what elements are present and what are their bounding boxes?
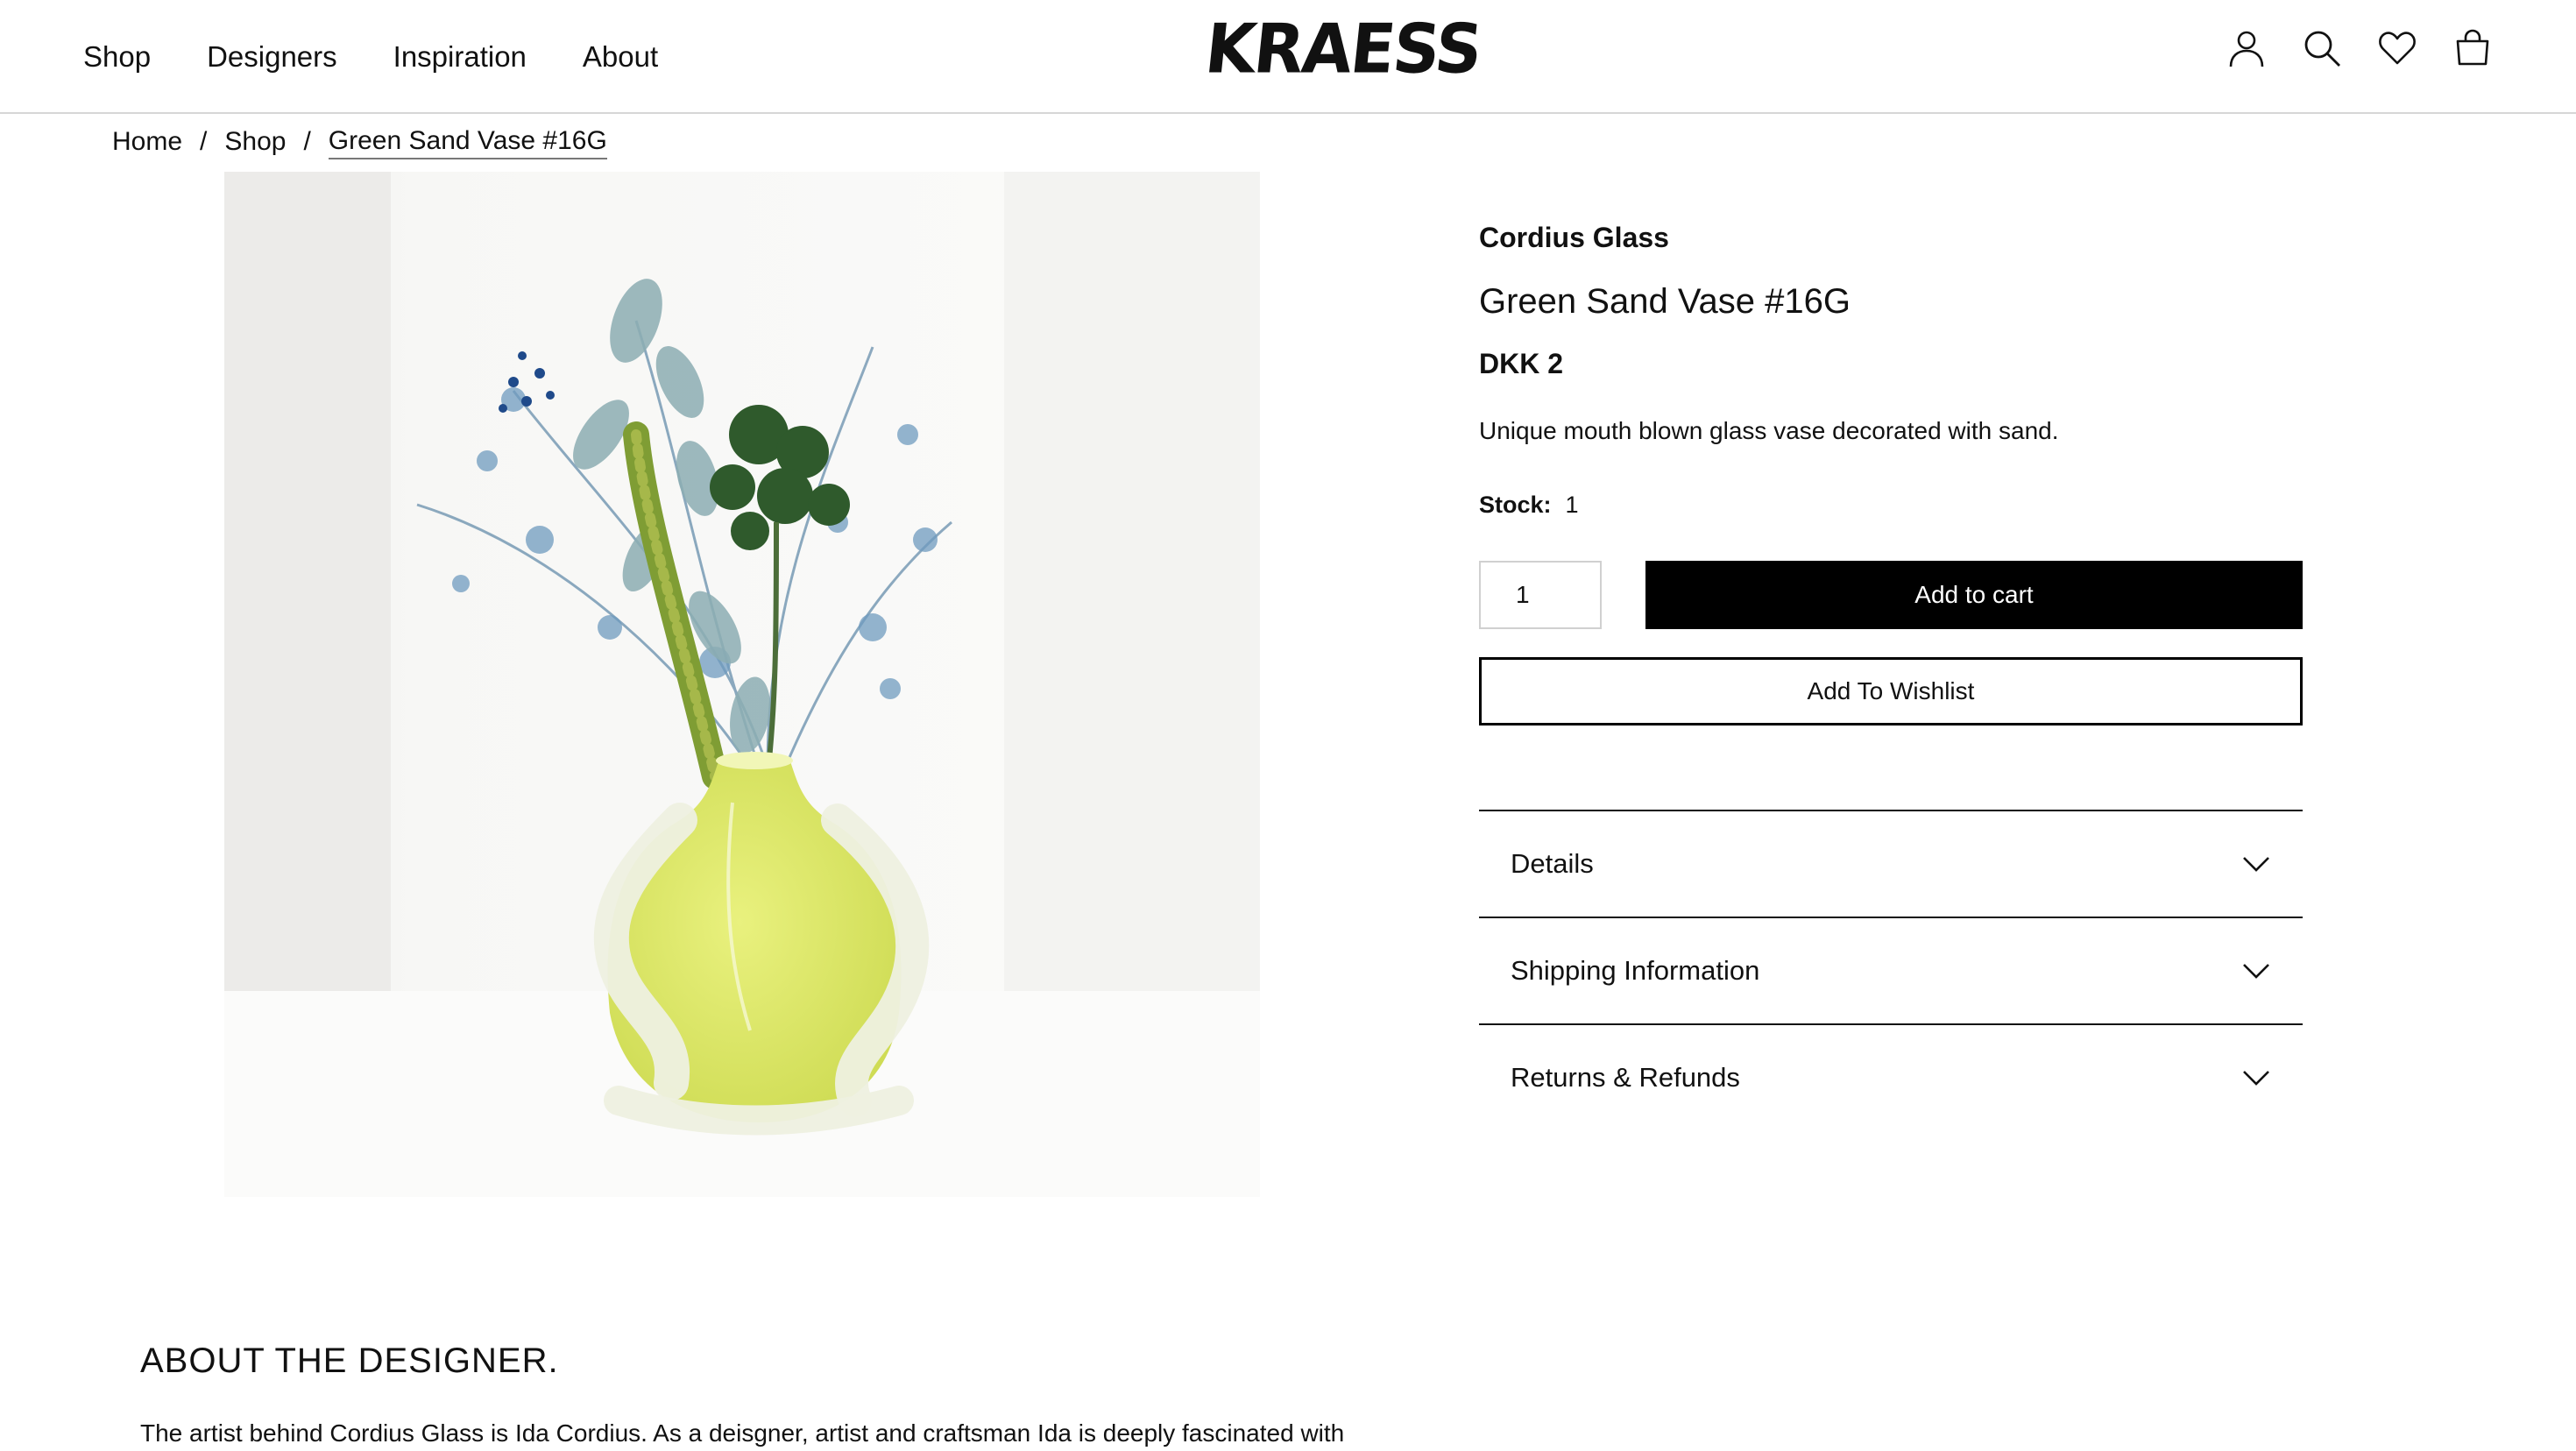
site-logo[interactable]: KRAESS [1201, 10, 1484, 88]
stock-label: Stock: [1479, 492, 1552, 518]
site-header: Shop Designers Inspiration About KRAESS [0, 0, 2576, 114]
nav-inspiration[interactable]: Inspiration [393, 35, 527, 79]
product-accordion: Details Shipping Information Returns & R… [1479, 810, 2303, 1130]
stock-info: Stock: 1 [1479, 487, 2303, 522]
chevron-down-icon [2241, 854, 2271, 874]
search-icon[interactable] [2302, 26, 2342, 70]
product-description: Unique mouth blown glass vase decorated … [1479, 417, 2059, 444]
add-to-cart-row: Add to cart [1479, 561, 2303, 629]
breadcrumb-separator: / [200, 127, 208, 156]
breadcrumb-home[interactable]: Home [112, 123, 182, 161]
cart-bag-icon[interactable] [2452, 26, 2493, 70]
about-heading: ABOUT THE DESIGNER. [140, 1341, 559, 1380]
product-image[interactable] [224, 172, 1260, 1197]
logo-text: KRAESS [1201, 9, 1485, 89]
product-price: DKK 2 [1479, 348, 1564, 379]
accordion-label: Details [1511, 848, 1594, 879]
product-title: Green Sand Vase #16G [1479, 282, 1851, 321]
add-to-cart-button[interactable]: Add to cart [1645, 561, 2303, 629]
about-designer: ABOUT THE DESIGNER. The artist behind Co… [140, 1337, 1454, 1451]
breadcrumb-current[interactable]: Green Sand Vase #16G [328, 124, 607, 159]
about-text: The artist behind Cordius Glass is Ida C… [140, 1419, 1345, 1447]
stock-value: 1 [1565, 492, 1579, 518]
product-brand[interactable]: Cordius Glass [1479, 217, 2303, 258]
breadcrumb: Home / Shop / Green Sand Vase #16G [112, 123, 607, 161]
wishlist-heart-icon[interactable] [2377, 26, 2417, 70]
main-nav: Shop Designers Inspiration About [83, 35, 658, 79]
accordion-shipping[interactable]: Shipping Information [1479, 917, 2303, 1023]
chevron-down-icon [2241, 961, 2271, 980]
nav-shop[interactable]: Shop [83, 35, 151, 79]
product-info: Cordius Glass Green Sand Vase #16G DKK 2… [1479, 217, 2303, 1130]
account-icon[interactable] [2226, 26, 2267, 70]
accordion-details[interactable]: Details [1479, 810, 2303, 917]
nav-designers[interactable]: Designers [207, 35, 337, 79]
quantity-input[interactable] [1479, 561, 1602, 629]
accordion-label: Returns & Refunds [1511, 1062, 1740, 1093]
breadcrumb-shop[interactable]: Shop [224, 123, 286, 161]
header-icons [2226, 26, 2493, 70]
chevron-down-icon [2241, 1068, 2271, 1087]
accordion-returns[interactable]: Returns & Refunds [1479, 1023, 2303, 1130]
nav-about[interactable]: About [583, 35, 658, 79]
add-to-wishlist-button[interactable]: Add To Wishlist [1479, 657, 2303, 726]
breadcrumb-separator: / [303, 127, 311, 156]
accordion-label: Shipping Information [1511, 955, 1760, 986]
